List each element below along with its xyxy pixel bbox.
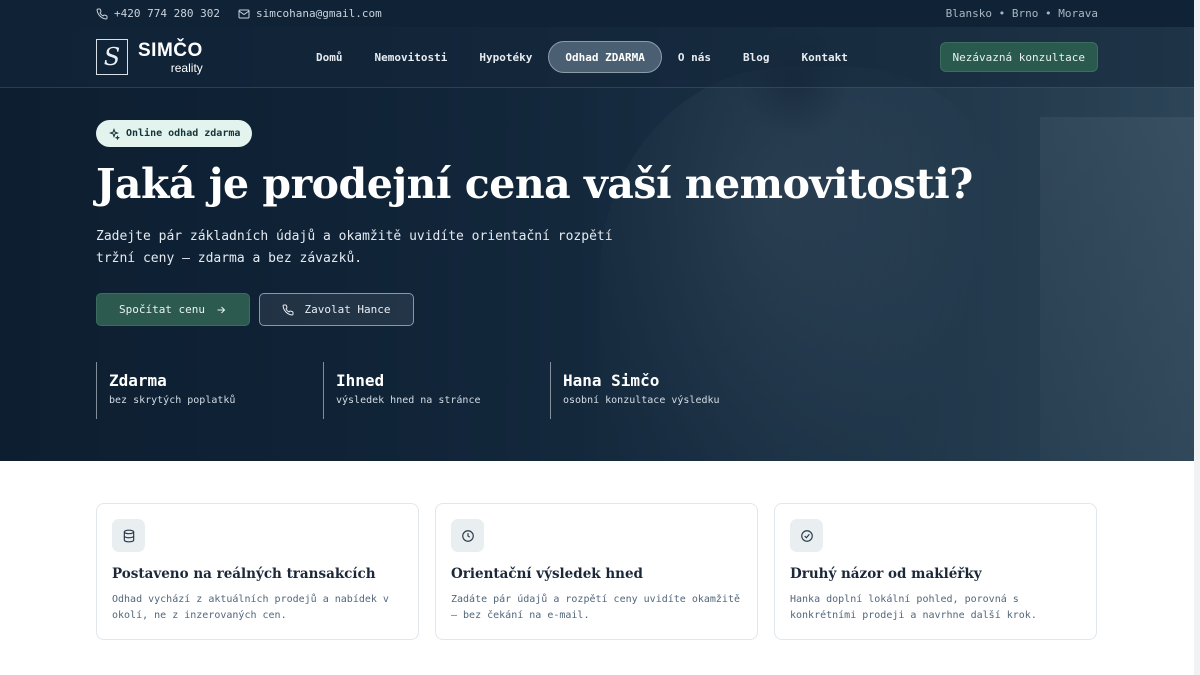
card-icon-box [112,519,145,552]
stat-item: Hana Simčo osobní konzultace výsledku [550,362,777,419]
phone-icon [96,7,108,19]
nav-menu: Domů Nemovitosti Hypotéky Odhad ZDARMA O… [300,41,864,73]
card-icon-box [790,519,823,552]
feature-cards: Postaveno na reálných transakcích Odhad … [96,503,1097,640]
stat-item: Zdarma bez skrytých poplatků [96,362,323,419]
check-circle-icon [800,529,813,542]
calculate-price-label: Spočítat cenu [118,303,206,316]
feature-card: Orientační výsledek hned Zadáte pár údaj… [435,503,758,640]
stat-title: Ihned [336,371,385,390]
mail-icon [238,9,250,18]
email-link[interactable]: simcohana@gmail.com [238,7,382,20]
logo[interactable]: S SIMČO reality [96,39,203,75]
phone-icon [283,303,294,315]
logo-name: SIMČO [138,39,203,61]
nav-item-o-nas[interactable]: O nás [662,41,727,73]
card-title: Orientační výsledek hned [451,566,643,582]
logo-mark: S [96,39,128,75]
nav-item-blog[interactable]: Blog [727,41,786,73]
online-estimate-badge: Online odhad zdarma [96,120,253,147]
card-title: Druhý názor od makléřky [790,566,982,582]
nav-item-odhad-zdarma[interactable]: Odhad ZDARMA [548,41,662,73]
card-title: Postaveno na reálných transakcích [112,566,376,582]
stat-desc: osobní konzultace výsledku [563,395,720,406]
phone-link[interactable]: +420 774 280 302 [96,7,220,20]
call-hana-button[interactable]: Zavolat Hance [259,293,414,326]
badge-label: Online odhad zdarma [126,128,241,139]
top-info-bar: +420 774 280 302 simcohana@gmail.com Bla… [0,0,1200,27]
card-text: Zadáte pár údajů a rozpětí ceny uvidíte … [451,594,740,621]
hero-title: Jaká je prodejní cena vaší nemovitosti? [96,160,973,208]
stat-item: Ihned výsledek hned na stránce [323,362,550,419]
phone-number: +420 774 280 302 [114,7,220,20]
database-icon [123,529,134,542]
calculate-price-button[interactable]: Spočítat cenu [96,293,250,326]
feature-card: Druhý názor od makléřky Hanka doplní lok… [774,503,1097,640]
main-navigation: S SIMČO reality Domů Nemovitosti Hypoték… [0,27,1200,88]
arrow-right-icon [217,306,226,313]
logo-text: SIMČO reality [138,41,203,74]
clock-icon [461,529,474,542]
card-text: Hanka doplní lokální pohled, porovná s k… [790,594,1037,621]
call-hana-label: Zavolat Hance [304,303,391,316]
stat-title: Hana Simčo [563,371,660,390]
card-icon-box [451,519,484,552]
hero-subtitle: Zadejte pár základních údajů a okamžitě … [96,229,613,266]
page-scrollbar[interactable] [1194,0,1200,675]
nav-item-domu[interactable]: Domů [300,41,359,73]
nav-item-nemovitosti[interactable]: Nemovitosti [359,41,464,73]
logo-sub: reality [170,60,203,75]
nav-item-hypoteky[interactable]: Hypotéky [463,41,548,73]
locations-text: Blansko • Brno • Morava [945,7,1098,20]
card-text: Odhad vychází z aktuálních prodejů a nab… [112,594,389,621]
stat-title: Zdarma [109,371,167,390]
email-address: simcohana@gmail.com [255,7,382,20]
consultation-button[interactable]: Nezávazná konzultace [939,42,1098,72]
stat-desc: bez skrytých poplatků [109,395,236,406]
hero-stats: Zdarma bez skrytých poplatků Ihned výsle… [96,362,777,419]
stat-desc: výsledek hned na stránce [336,395,481,406]
nav-item-kontakt[interactable]: Kontakt [785,41,863,73]
sparkle-icon [108,127,120,140]
feature-card: Postaveno na reálných transakcích Odhad … [96,503,419,640]
